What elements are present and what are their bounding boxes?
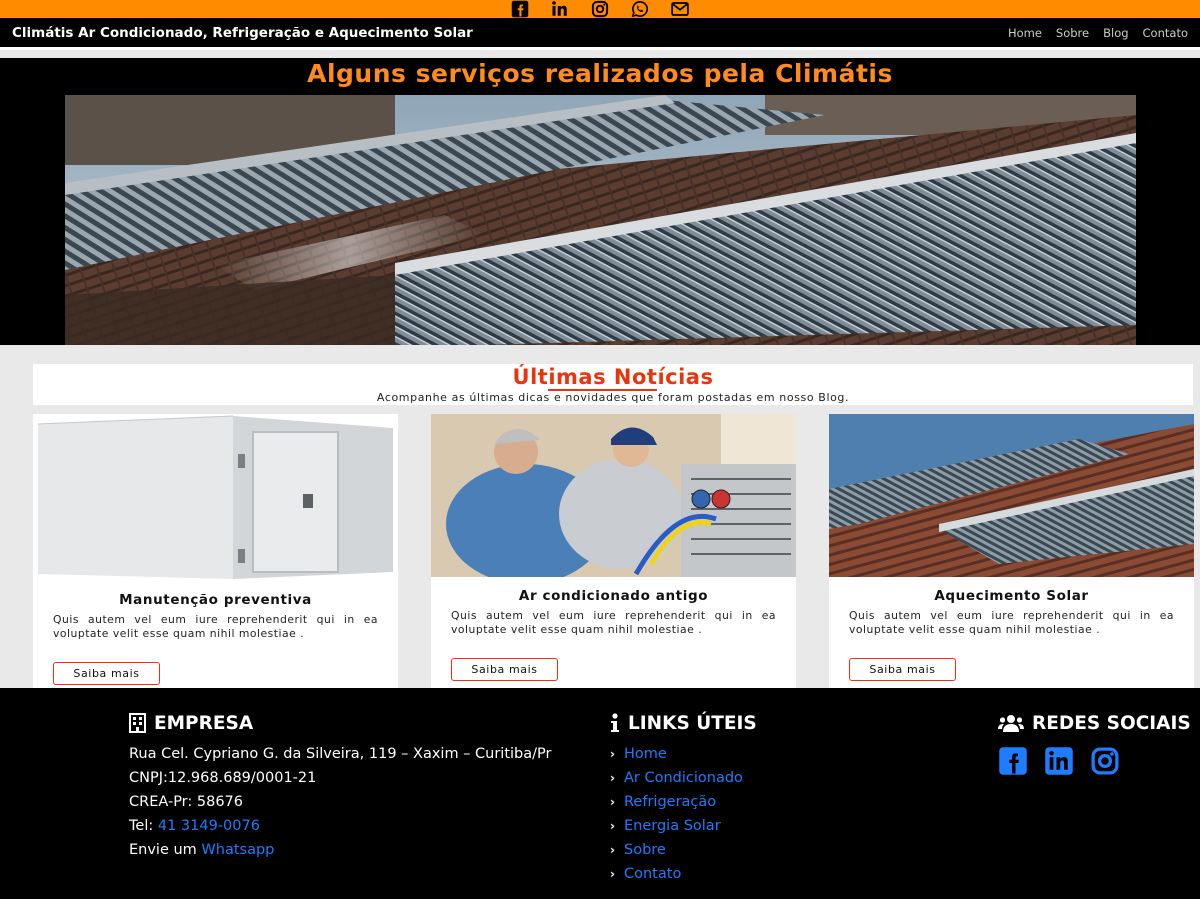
card-image-solar-heating [829, 414, 1194, 577]
building-icon [129, 713, 146, 733]
footer-link-home: › Home [610, 742, 757, 766]
card-image-cold-room [33, 414, 398, 579]
news-card: Ar condicionado antigo Quis autem vel eu… [431, 414, 796, 689]
linkedin-icon[interactable] [547, 0, 573, 18]
footer-links: LINKS ÚTEIS › Home › Ar Condicionado › Refr… [610, 712, 757, 886]
main-navbar: Climátis Ar Condicionado, Refrigeração e… [0, 18, 1200, 50]
nav-link-home[interactable]: Home [1008, 26, 1042, 40]
chevron-right-icon: › [610, 771, 615, 785]
footer-empresa-heading: EMPRESA [129, 712, 551, 734]
card-text: Quis autem vel eum iure reprehenderit qu… [849, 609, 1174, 636]
site-brand[interactable]: Climátis Ar Condicionado, Refrigeração e… [12, 25, 473, 41]
hero-title: Alguns serviços realizados pela Climátis [307, 59, 893, 88]
phone-link[interactable]: 41 3149-0076 [158, 818, 260, 834]
card-text: Quis autem vel eum iure reprehenderit qu… [451, 609, 776, 636]
nav-link-sobre[interactable]: Sobre [1056, 26, 1089, 40]
chevron-right-icon: › [610, 795, 615, 809]
facebook-icon[interactable] [507, 0, 533, 18]
whatsapp-icon[interactable] [627, 0, 653, 18]
news-subtitle: Acompanhe as últimas dicas e novidades q… [376, 391, 850, 404]
nav-links: Home Sobre Blog Contato [1008, 26, 1188, 40]
footer-links-heading: LINKS ÚTEIS [610, 712, 757, 734]
news-card: Aquecimento Solar Quis autem vel eum iur… [829, 414, 1194, 689]
saiba-mais-button[interactable]: Saiba mais [53, 662, 160, 685]
footer-empresa: EMPRESA Rua Cel. Cypriano G. da Silveira… [129, 712, 551, 862]
footer-link-ar-condicionado: › Ar Condicionado [610, 766, 757, 790]
hero-image-solar-panels [65, 95, 1136, 345]
footer-link-contato: › Contato [610, 862, 757, 886]
nav-link-blog[interactable]: Blog [1103, 26, 1128, 40]
card-image-technicians [431, 414, 796, 577]
news-title: Últimas Notícias [512, 365, 714, 391]
hero-section: Alguns serviços realizados pela Climátis [0, 58, 1200, 345]
card-title: Manutenção preventiva [119, 592, 312, 608]
news-header: Últimas Notícias Acompanhe as últimas di… [33, 364, 1193, 405]
footer-social-heading: REDES SOCIAIS [998, 712, 1191, 734]
card-title: Aquecimento Solar [934, 588, 1089, 604]
instagram-icon[interactable] [587, 0, 613, 18]
chevron-right-icon: › [610, 747, 615, 761]
footer-phone: Tel: 41 3149-0076 [129, 818, 260, 834]
saiba-mais-button[interactable]: Saiba mais [451, 658, 558, 681]
users-icon [998, 715, 1024, 732]
chevron-right-icon: › [610, 867, 615, 881]
card-title: Ar condicionado antigo [518, 588, 709, 604]
footer-social-icons [998, 746, 1191, 780]
whatsapp-link[interactable]: Whatsapp [201, 842, 274, 858]
facebook-icon[interactable] [998, 746, 1028, 780]
envelope-icon[interactable] [667, 0, 693, 18]
instagram-icon[interactable] [1090, 746, 1120, 780]
footer-whatsapp: Envie um Whatsapp [129, 842, 275, 858]
nav-link-contato[interactable]: Contato [1143, 26, 1188, 40]
saiba-mais-button[interactable]: Saiba mais [849, 658, 956, 681]
info-icon [611, 713, 619, 732]
linkedin-icon[interactable] [1044, 746, 1074, 780]
footer-link-energia-solar: › Energia Solar [610, 814, 757, 838]
chevron-right-icon: › [610, 819, 615, 833]
card-text: Quis autem vel eum iure reprehenderit qu… [53, 613, 378, 640]
site-footer: EMPRESA Rua Cel. Cypriano G. da Silveira… [0, 688, 1200, 899]
footer-link-sobre: › Sobre [610, 838, 757, 862]
footer-cnpj: CNPJ:12.968.689/0001-21 [129, 770, 317, 786]
footer-link-refrigeracao: › Refrigeração [610, 790, 757, 814]
footer-address: Rua Cel. Cypriano G. da Silveira, 119 – … [129, 746, 552, 762]
footer-social: REDES SOCIAIS [998, 712, 1191, 780]
top-social-bar [0, 0, 1200, 18]
news-card: Manutenção preventiva Quis autem vel eum… [33, 414, 398, 689]
footer-crea: CREA-Pr: 58676 [129, 794, 244, 810]
chevron-right-icon: › [610, 843, 615, 857]
